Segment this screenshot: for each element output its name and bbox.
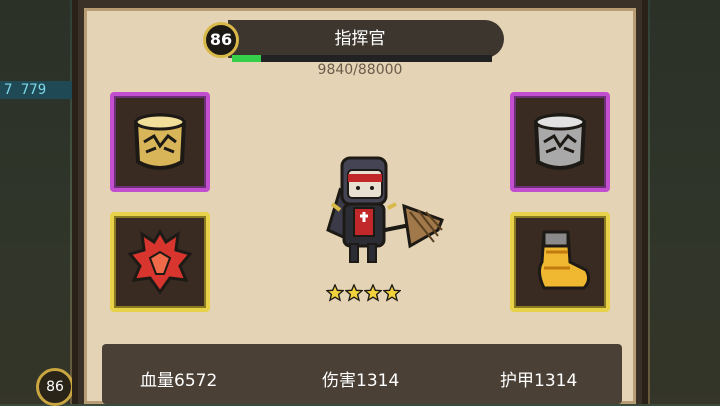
equip-slot-pauldron[interactable] bbox=[110, 212, 210, 312]
star-icon bbox=[383, 284, 401, 302]
background-level-badge: 86 bbox=[36, 368, 74, 406]
background-left-panel bbox=[0, 0, 70, 404]
star-icon bbox=[326, 284, 344, 302]
exp-bar-fill bbox=[232, 55, 262, 62]
hero-level-badge: 86 bbox=[203, 22, 239, 58]
stat-hp: 血量6572 bbox=[140, 371, 218, 391]
stat-damage: 伤害1314 bbox=[322, 371, 400, 391]
hero-star-rating bbox=[326, 284, 402, 302]
equip-slot-bracer-left[interactable] bbox=[110, 92, 210, 192]
stat-armor: 护甲1314 bbox=[500, 371, 578, 391]
hero-title: 指挥官 bbox=[334, 29, 386, 49]
exp-text: 9840/88000 bbox=[317, 62, 403, 78]
gold-bracer-icon bbox=[133, 113, 187, 170]
golden-boot-icon bbox=[537, 230, 591, 290]
star-icon bbox=[345, 284, 363, 302]
red-pauldron-icon bbox=[127, 229, 193, 295]
background-right-panel bbox=[650, 0, 720, 404]
hero-commander-sprite bbox=[326, 156, 444, 263]
star-icon bbox=[364, 284, 382, 302]
background-health-bar: 7 779 bbox=[0, 81, 74, 99]
hero-stats-bar: 血量6572 伤害1314 护甲1314 bbox=[102, 344, 622, 404]
silver-bracer-icon bbox=[533, 113, 587, 170]
exp-bar bbox=[232, 55, 492, 62]
equip-slot-bracer-right[interactable] bbox=[510, 92, 610, 192]
equip-slot-boots[interactable] bbox=[510, 212, 610, 312]
